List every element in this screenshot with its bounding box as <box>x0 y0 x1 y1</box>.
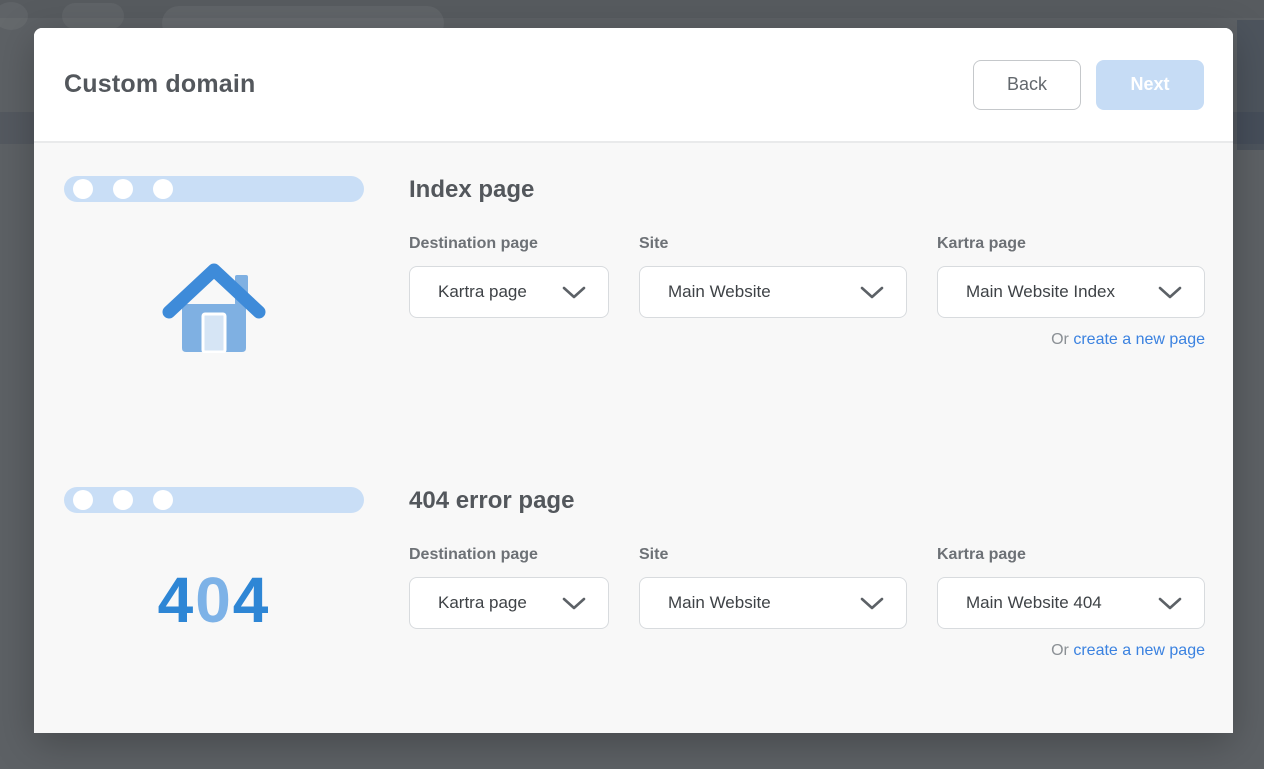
background-avatar <box>0 2 28 30</box>
select-value: Kartra page <box>438 593 527 612</box>
browser-mockup-bar <box>64 487 364 513</box>
site-field: Site Main Website <box>639 545 907 629</box>
chevron-down-icon <box>1158 286 1182 298</box>
site-select[interactable]: Main Website <box>639 266 907 318</box>
chevron-down-icon <box>1158 597 1182 609</box>
kartra-page-field: Kartra page Main Website Index <box>937 234 1205 318</box>
next-button[interactable]: Next <box>1096 59 1204 110</box>
browser-dot-icon <box>73 179 93 199</box>
browser-dot-icon <box>113 490 133 510</box>
chevron-down-icon <box>562 286 586 298</box>
fields-row: Destination page Kartra page Site Main W… <box>409 545 1205 629</box>
home-icon <box>162 263 266 353</box>
404-digit: 4 <box>157 564 196 636</box>
browser-mockup-bar <box>64 176 364 202</box>
create-page-row: Or create a new page <box>409 331 1205 349</box>
background-right-panel <box>1237 20 1264 150</box>
select-value: Kartra page <box>438 282 527 301</box>
back-button[interactable]: Back <box>973 59 1081 110</box>
error-page-form: 404 error page Destination page Kartra p… <box>409 487 1205 660</box>
create-new-page-link[interactable]: create a new page <box>1073 642 1205 659</box>
chevron-down-icon <box>860 597 884 609</box>
fields-row: Destination page Kartra page Site Main W… <box>409 234 1205 318</box>
section-heading: Index page <box>409 176 535 203</box>
chevron-down-icon <box>860 286 884 298</box>
destination-page-field: Destination page Kartra page <box>409 545 609 629</box>
chevron-down-icon <box>562 597 586 609</box>
field-label: Site <box>639 546 669 563</box>
error-page-section: 404 404 error page Destination page Kart… <box>64 487 1205 660</box>
404-digit: 4 <box>232 564 271 636</box>
field-label: Site <box>639 235 669 252</box>
home-illustration <box>64 260 364 353</box>
field-label: Kartra page <box>937 546 1026 563</box>
background-chip <box>62 3 124 29</box>
kartra-page-field: Kartra page Main Website 404 <box>937 545 1205 629</box>
background-topbar <box>0 0 1264 40</box>
page-background: Custom domain Back Next Index page Desti… <box>0 0 1264 769</box>
404-digit: 0 <box>195 564 233 636</box>
destination-page-select[interactable]: Kartra page <box>409 577 609 629</box>
kartra-page-select[interactable]: Main Website 404 <box>937 577 1205 629</box>
error-page-illustration: 404 <box>64 487 364 660</box>
select-value: Main Website <box>668 593 771 612</box>
browser-dot-icon <box>153 490 173 510</box>
site-select[interactable]: Main Website <box>639 577 907 629</box>
select-value: Main Website Index <box>966 282 1115 301</box>
custom-domain-modal: Custom domain Back Next Index page Desti… <box>34 28 1233 733</box>
or-text: Or <box>1051 642 1069 659</box>
field-label: Kartra page <box>937 235 1026 252</box>
or-text: Or <box>1051 331 1069 348</box>
modal-header: Custom domain Back Next <box>34 28 1233 143</box>
index-page-illustration <box>64 176 364 353</box>
destination-page-select[interactable]: Kartra page <box>409 266 609 318</box>
modal-body: Index page Destination page Kartra page <box>34 143 1233 660</box>
create-new-page-link[interactable]: create a new page <box>1073 331 1205 348</box>
404-graphic: 404 <box>64 567 364 633</box>
field-label: Destination page <box>409 546 538 563</box>
browser-dot-icon <box>153 179 173 199</box>
browser-dot-icon <box>113 179 133 199</box>
site-field: Site Main Website <box>639 234 907 318</box>
section-heading: 404 error page <box>409 487 575 514</box>
select-value: Main Website 404 <box>966 593 1102 612</box>
select-value: Main Website <box>668 282 771 301</box>
browser-dot-icon <box>73 490 93 510</box>
header-buttons: Back Next <box>973 59 1204 110</box>
create-page-row: Or create a new page <box>409 642 1205 660</box>
modal-title: Custom domain <box>64 70 256 98</box>
destination-page-field: Destination page Kartra page <box>409 234 609 318</box>
index-page-section: Index page Destination page Kartra page <box>64 176 1205 353</box>
index-page-form: Index page Destination page Kartra page <box>409 176 1205 353</box>
field-label: Destination page <box>409 235 538 252</box>
kartra-page-select[interactable]: Main Website Index <box>937 266 1205 318</box>
